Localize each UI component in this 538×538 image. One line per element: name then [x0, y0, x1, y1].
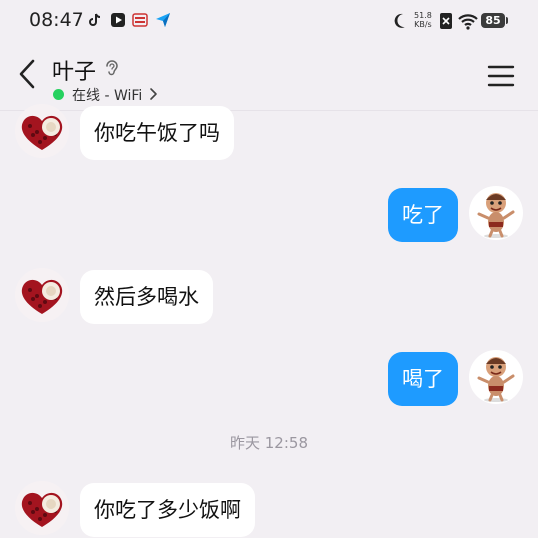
contact-name[interactable]: 叶子: [52, 54, 96, 86]
message-bubble-incoming[interactable]: 你吃了多少饭啊: [80, 483, 255, 537]
my-avatar[interactable]: [469, 350, 523, 404]
news-app-icon: [132, 13, 148, 27]
online-status-text[interactable]: 在线 - WiFi: [72, 85, 142, 105]
rose-heart-avatar-image: [15, 481, 69, 535]
feishu-icon: [156, 13, 170, 27]
rose-heart-avatar-image: [15, 104, 69, 158]
video-player-icon: [111, 13, 125, 27]
wifi-icon: [458, 14, 478, 30]
message-bubble-incoming[interactable]: 你吃午饭了吗: [80, 106, 234, 160]
rose-heart-avatar-image: [15, 268, 69, 322]
contact-avatar[interactable]: [15, 268, 69, 322]
chat-header: 叶子 在线 - WiFi: [0, 42, 538, 111]
back-arrow-icon[interactable]: [14, 56, 42, 92]
net-speed-value: 51.8: [414, 11, 432, 20]
moon-icon: [394, 13, 405, 28]
message-bubble-outgoing[interactable]: 吃了: [388, 188, 458, 242]
status-bar: 08:47 51.8 KB/s 85: [0, 0, 538, 42]
message-bubble-outgoing[interactable]: 喝了: [388, 352, 458, 406]
no-sim-icon: [440, 13, 452, 29]
contact-avatar[interactable]: [15, 104, 69, 158]
online-status-dot: [53, 89, 64, 100]
cartoon-character-avatar-image: [469, 186, 523, 240]
net-speed-unit: KB/s: [414, 20, 432, 29]
message-bubble-incoming[interactable]: 然后多喝水: [80, 270, 213, 324]
status-time: 08:47: [29, 9, 84, 31]
ear-icon[interactable]: [104, 58, 120, 78]
cartoon-character-avatar-image: [469, 350, 523, 404]
message-timestamp: 昨天 12:58: [230, 434, 308, 452]
my-avatar[interactable]: [469, 186, 523, 240]
contact-avatar[interactable]: [15, 481, 69, 535]
battery-icon: 85: [481, 13, 505, 28]
douyin-icon: [89, 13, 101, 26]
battery-tip: [506, 17, 508, 24]
menu-icon[interactable]: [484, 62, 518, 90]
network-speed: 51.8 KB/s: [414, 11, 432, 29]
chevron-right-icon[interactable]: [148, 87, 158, 101]
